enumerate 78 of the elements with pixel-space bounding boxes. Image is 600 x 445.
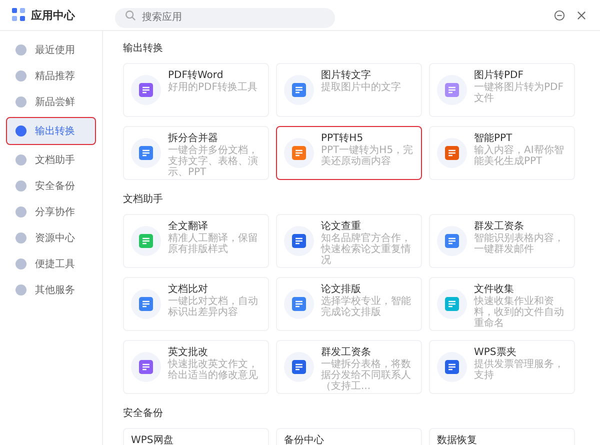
app-card[interactable]: 拆分合并器 一键合并多份文档，支持文字、表格、演示、PPT (123, 126, 269, 180)
app-card[interactable]: 文件收集 快速收集作业和资料，收到的文件自动重命名 (429, 277, 575, 331)
circle-icon (15, 232, 27, 244)
app-description: 一键将图片转为PDF文件 (474, 82, 564, 104)
app-name: WPS票夹 (474, 346, 518, 359)
app-description: 快速收集作业和资料，收到的文件自动重命名 (474, 296, 565, 329)
app-description: 好用的PDF转换工具 (168, 82, 258, 93)
section-heading: 输出转换 (123, 42, 164, 55)
app-card[interactable]: 全文翻译 精准人工翻译，保留原有排版样式 (123, 214, 269, 268)
sidebar-item[interactable]: 最近使用 (6, 39, 96, 61)
circle-icon (15, 96, 27, 108)
app-name: PPT转H5 (321, 132, 364, 144)
circle-icon (15, 125, 27, 137)
app-name: 全文翻译 (168, 220, 209, 232)
close-icon[interactable] (577, 10, 586, 20)
app-description: 一键拆分表格，将数据分发给不同联系人（支持工... (321, 359, 412, 392)
sidebar-item[interactable]: 分享协作 (6, 201, 96, 223)
window-title: 应用中心 (31, 8, 75, 22)
section-heading: 文档助手 (123, 192, 164, 206)
search-field[interactable]: 搜索应用 (115, 8, 335, 28)
app-name: 图片转文字 (321, 69, 372, 82)
app-card[interactable]: 备份中心 (276, 428, 422, 445)
app-description: 一键比对文档，自动标识出差异内容 (168, 296, 259, 318)
app-card[interactable]: 群发工资条 一键拆分表格，将数据分发给不同联系人（支持工... (276, 340, 422, 394)
sidebar-item[interactable]: 其他服务 (6, 279, 96, 301)
app-card[interactable]: 论文排版 选择学校专业，智能完成论文排版 (276, 277, 422, 331)
app-name: 群发工资条 (474, 220, 525, 232)
app-name: 英文批改 (168, 346, 209, 358)
app-description: 知名品牌官方合作，快速检索论文重复情况 (321, 233, 412, 266)
app-card[interactable]: 论文查重 知名品牌官方合作，快速检索论文重复情况 (276, 214, 422, 268)
app-card[interactable]: 图片转PDF 一键将图片转为PDF文件 (429, 63, 575, 117)
grid-logo-icon (12, 8, 26, 22)
app-name: 备份中心 (284, 434, 324, 445)
app-description: 快速批改英文作文，给出适当的修改意见 (168, 359, 259, 381)
sidebar-item[interactable]: 新品尝鲜 (6, 91, 96, 113)
app-name: 智能PPT (474, 132, 514, 144)
app-name: 拆分合并器 (168, 132, 219, 144)
sidebar-item[interactable]: 便捷工具 (6, 253, 96, 275)
app-name: 文件收集 (474, 283, 515, 296)
app-description: 一键合并多份文档，支持文字、表格、演示、PPT (168, 145, 259, 178)
app-name: 数据恢复 (437, 434, 477, 445)
app-description: 输入内容，AI帮你智能美化生成PPT (474, 145, 565, 167)
circle-icon (15, 258, 27, 270)
app-name: 图片转PDF (474, 69, 524, 82)
app-card[interactable]: WPS网盘 (123, 428, 269, 445)
app-card[interactable]: PDF转Word 好用的PDF转换工具 (123, 63, 269, 117)
app-description: 提供发票管理服务，支持 (474, 359, 565, 381)
app-name: 群发工资条 (321, 346, 372, 358)
app-card[interactable]: 图片转文字 提取图片中的文字 (276, 63, 422, 117)
app-description: PPT一键转为H5，完美还原动画内容 (321, 145, 414, 167)
circle-icon (15, 180, 27, 192)
app-name: 文档比对 (168, 283, 209, 296)
circle-icon (15, 154, 27, 166)
app-name: PDF转Word (168, 69, 224, 82)
app-name: 论文查重 (321, 220, 361, 233)
sidebar-item[interactable]: 资源中心 (6, 227, 96, 249)
app-name: 论文排版 (321, 283, 362, 296)
circle-icon (15, 70, 27, 82)
app-card[interactable]: PPT转H5 PPT一键转为H5，完美还原动画内容 (276, 126, 422, 180)
circle-icon (15, 284, 27, 296)
sidebar-item[interactable]: 输出转换 (6, 117, 96, 145)
circle-icon (15, 44, 27, 56)
app-card[interactable]: 智能PPT 输入内容，AI帮你智能美化生成PPT (429, 126, 575, 180)
app-card[interactable]: 群发工资条 智能识别表格内容，一键群发邮件 (429, 214, 575, 268)
sidebar-item[interactable]: 文档助手 (6, 149, 96, 171)
section-heading: 安全备份 (123, 406, 164, 420)
app-description: 智能识别表格内容，一键群发邮件 (474, 233, 565, 255)
circle-icon (15, 206, 27, 218)
app-description: 提取图片中的文字 (321, 82, 401, 93)
app-card[interactable]: 数据恢复 (429, 428, 575, 445)
sidebar-item[interactable]: 精品推荐 (6, 65, 96, 87)
app-description: 精准人工翻译，保留原有排版样式 (168, 233, 259, 255)
sidebar-item[interactable]: 安全备份 (6, 175, 96, 197)
app-card[interactable]: WPS票夹 提供发票管理服务，支持 (429, 340, 575, 394)
app-name: WPS网盘 (131, 434, 174, 445)
app-card[interactable]: 文档比对 一键比对文档，自动标识出差异内容 (123, 277, 269, 331)
app-description: 选择学校专业，智能完成论文排版 (321, 296, 412, 318)
app-card[interactable]: 英文批改 快速批改英文作文，给出适当的修改意见 (123, 340, 269, 394)
